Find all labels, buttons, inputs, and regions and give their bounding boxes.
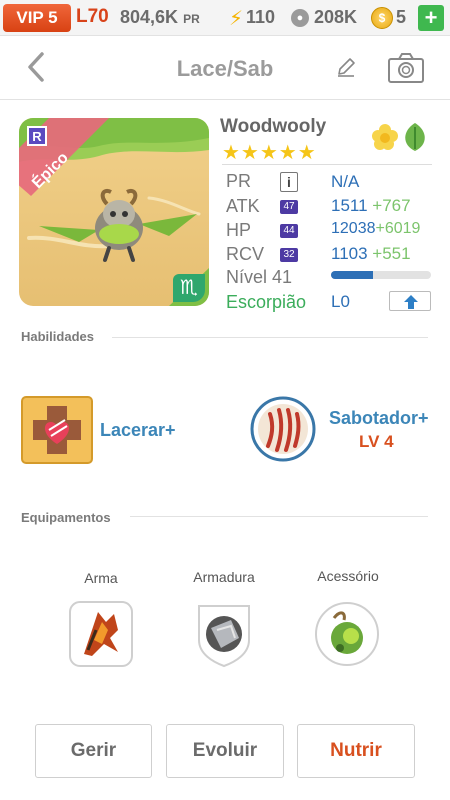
pencil-icon[interactable]: [334, 55, 358, 79]
atk-value: 1511: [331, 196, 368, 215]
paw-icon: ●: [291, 9, 309, 27]
monster-portrait[interactable]: R Épico ♏: [19, 118, 209, 306]
player-level: L70: [76, 6, 109, 27]
name-divider: [222, 164, 432, 165]
hp-label: HP: [226, 220, 252, 240]
camera-icon[interactable]: [387, 52, 425, 84]
zodiac-upgrade-button[interactable]: [389, 291, 431, 311]
monster-name: Woodwooly: [220, 116, 327, 137]
coin-icon: $: [371, 7, 393, 29]
rcv-badge: 32: [280, 248, 298, 262]
power-unit: PR: [183, 12, 200, 26]
hp-bonus: +6019: [375, 220, 421, 237]
hp-stat: 12038+6019: [331, 220, 420, 238]
saboteur-skill-name[interactable]: Sabotador+: [329, 408, 429, 429]
lightning-icon: ⚡: [229, 8, 244, 30]
rcv-bonus: +551: [372, 244, 411, 263]
add-coins-button[interactable]: +: [418, 5, 444, 31]
atk-bonus: +767: [372, 196, 411, 215]
r-badge: R: [27, 126, 47, 146]
paw-points[interactable]: 208K: [314, 7, 357, 28]
rcv-value: 1103: [331, 244, 368, 263]
pr-label: PR: [226, 171, 252, 191]
header: Lace/Sab: [0, 36, 450, 100]
info-icon[interactable]: i: [280, 172, 298, 192]
hp-badge: 44: [280, 224, 298, 238]
weapon-label: Arma: [84, 570, 118, 586]
flower-element-icon: [372, 124, 398, 150]
rcv-label: RCV: [226, 244, 265, 264]
up-arrow-icon: [404, 295, 418, 309]
feed-button[interactable]: Nutrir: [297, 724, 415, 778]
zodiac-label: Escorpião: [226, 292, 307, 312]
pr-value: N/A: [331, 172, 360, 191]
armor-slot[interactable]: [191, 600, 257, 668]
xp-progress-bar: [331, 271, 431, 279]
leaf-element-icon: [405, 123, 425, 151]
weapon-slot[interactable]: [68, 600, 134, 668]
equipment-section-label: Equipamentos: [21, 510, 111, 525]
zodiac-level: L0: [331, 292, 350, 311]
power-rating: 804,6K PR: [120, 7, 200, 28]
hp-value: 12038: [331, 220, 376, 237]
power-value: 804,6K: [120, 7, 179, 27]
evolve-button[interactable]: Evoluir: [166, 724, 284, 778]
zodiac-corner-badge: ♏: [173, 274, 205, 302]
xp-progress-fill: [331, 271, 373, 279]
lacerate-skill-name[interactable]: Lacerar+: [100, 420, 176, 441]
rcv-stat: 1103 +551: [331, 244, 411, 264]
page-title: Lace/Sab: [176, 56, 274, 81]
accessory-slot[interactable]: [314, 600, 380, 668]
vip-badge[interactable]: VIP 5: [3, 4, 71, 32]
lacerate-skill-icon[interactable]: [21, 396, 93, 464]
saboteur-skill-icon[interactable]: [250, 396, 316, 462]
status-bar: VIP 5 L70 804,6K PR ⚡ 110 ● 208K $ 5 +: [0, 0, 450, 36]
saboteur-skill-level: LV 4: [359, 432, 394, 451]
energy-count[interactable]: 110: [246, 7, 275, 28]
skills-divider: [112, 337, 428, 338]
atk-stat: 1511 +767: [331, 196, 411, 216]
coin-count[interactable]: 5: [396, 7, 406, 28]
skills-section-label: Habilidades: [21, 329, 94, 344]
level-label: Nível 41: [226, 267, 293, 287]
atk-badge: 47: [280, 200, 298, 214]
manage-button[interactable]: Gerir: [35, 724, 152, 778]
equipment-divider: [130, 516, 428, 517]
armor-label: Armadura: [193, 569, 255, 585]
accessory-label: Acessório: [317, 568, 379, 584]
atk-label: ATK: [226, 196, 260, 216]
star-rating: ★★★★★: [222, 142, 317, 164]
